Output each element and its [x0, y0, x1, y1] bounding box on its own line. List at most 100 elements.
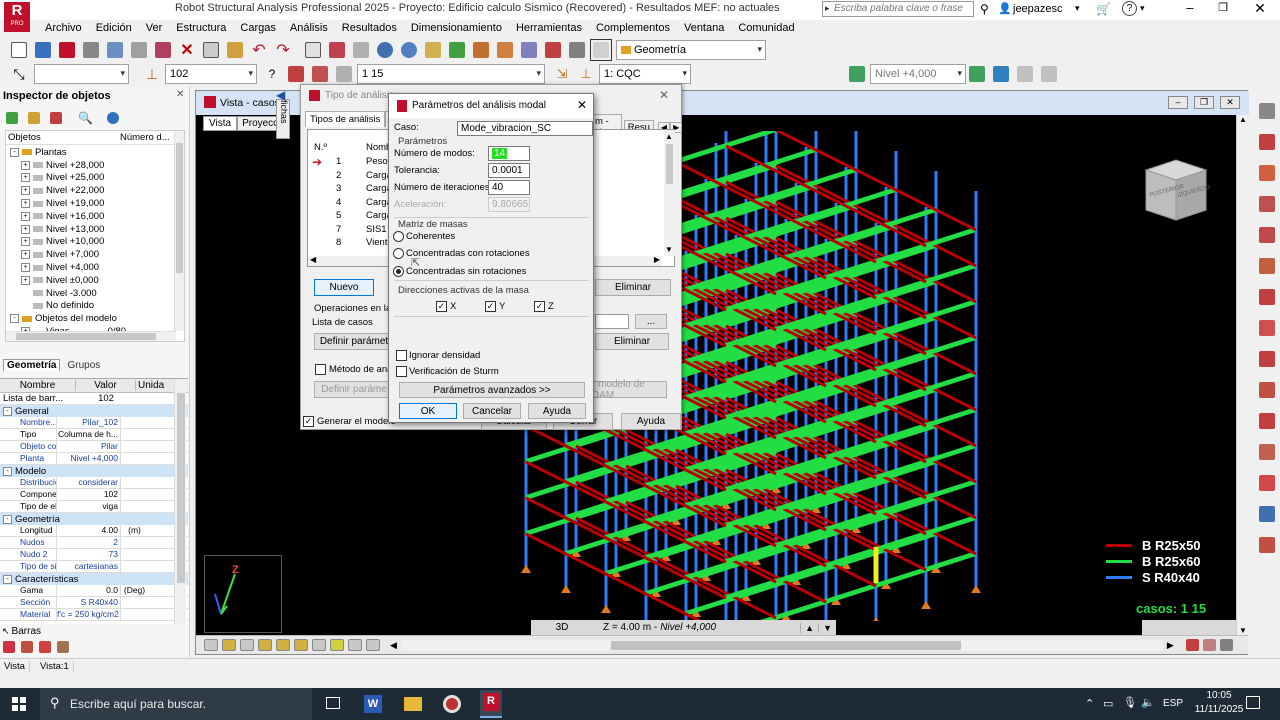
beam-red[interactable] [885, 404, 927, 428]
right-tool-icon[interactable] [1259, 289, 1275, 305]
view-tool-icon[interactable] [312, 639, 326, 651]
tree-item[interactable]: + Nivel +25,000 [6, 172, 184, 185]
view-hscroll-right-icon[interactable]: ▶ [1167, 640, 1174, 651]
beam-red[interactable] [815, 148, 857, 172]
tab-grupos[interactable]: Grupos [64, 360, 103, 371]
case-row-number[interactable]: 8 [336, 237, 341, 248]
beam-green[interactable] [846, 187, 896, 208]
right-tool-icon[interactable] [1259, 165, 1275, 181]
beam-red[interactable] [885, 296, 927, 320]
props-row[interactable]: Nudos 2 [0, 537, 188, 549]
app-logo[interactable]: R PRO [4, 2, 30, 32]
beam-green[interactable] [926, 515, 976, 536]
expand-icon[interactable]: + [21, 160, 30, 170]
beam-red[interactable] [525, 496, 567, 520]
beam-red[interactable] [885, 260, 927, 284]
props-row-value[interactable]: Pilar_102 [56, 417, 120, 428]
eliminar-2-button[interactable]: Eliminar [595, 333, 669, 350]
tray-chevron-icon[interactable]: ⌃ [1085, 697, 1094, 710]
view-tool-icon[interactable] [204, 639, 218, 651]
tray-time[interactable]: 10:05 [1200, 690, 1238, 701]
beam-red[interactable] [805, 184, 847, 208]
menu-ventana[interactable]: Ventana [677, 19, 731, 37]
beam-green[interactable] [926, 227, 976, 248]
tree-vscroll-thumb[interactable] [176, 143, 183, 273]
beam-green[interactable] [926, 371, 976, 392]
restore-button[interactable]: ❐ [1213, 1, 1233, 19]
tree-item[interactable]: Nivel -3.000 [6, 287, 184, 300]
cases-vscroll-thumb[interactable] [666, 144, 673, 184]
beam-red[interactable] [935, 208, 977, 232]
bar-copy-icon[interactable] [57, 641, 69, 653]
tree-vscroll[interactable] [174, 131, 184, 331]
right-tool-icon[interactable] [1259, 475, 1275, 491]
user-dropdown-icon[interactable]: ▾ [1075, 3, 1080, 14]
beam-red[interactable] [735, 596, 777, 620]
view-status-up-icon[interactable]: ▲ [800, 622, 818, 633]
dir-y-row[interactable]: ✓ Y [485, 301, 505, 312]
props-row[interactable]: Planta Nivel +4,000 [0, 453, 188, 465]
props-section-header[interactable]: - General [0, 405, 188, 417]
menu-estructura[interactable]: Estructura [169, 19, 233, 37]
word-icon[interactable]: W [364, 695, 382, 713]
expand-icon[interactable]: + [21, 211, 30, 221]
filter-icon[interactable] [28, 112, 40, 124]
view-hscroll-left-icon[interactable]: ◀ [390, 640, 397, 651]
zoom-all-icon[interactable] [398, 39, 420, 61]
ayuda-bg-button[interactable]: Ayuda [621, 413, 681, 430]
expand-icon[interactable]: + [21, 237, 30, 247]
radio-conc-norot[interactable] [393, 266, 404, 277]
level-icon[interactable] [846, 63, 868, 85]
dir-z-row[interactable]: ✓ Z [534, 301, 554, 312]
collapse-icon[interactable]: - [10, 314, 19, 324]
define-params-button[interactable]: Definir parámet [314, 333, 394, 350]
dir-y-checkbox[interactable]: ✓ [485, 301, 496, 312]
eliminar-button[interactable]: Eliminar [595, 279, 671, 296]
view-tool-icon[interactable] [294, 639, 308, 651]
beam-red[interactable] [885, 440, 927, 464]
collapse-icon[interactable]: - [3, 574, 12, 584]
ok-button[interactable]: OK [399, 403, 457, 419]
bar-list-icon[interactable] [3, 641, 15, 653]
support[interactable] [871, 617, 881, 621]
camera-icon[interactable] [152, 39, 174, 61]
dam-model-button[interactable]: r modelo de DAM [591, 379, 667, 401]
case-list-icon[interactable] [333, 63, 355, 85]
bar-table-icon[interactable] [39, 641, 51, 653]
view-left-arrow[interactable]: ◀ [276, 88, 285, 102]
radio-coherent-row[interactable]: Coherentes [393, 231, 455, 242]
beam-green[interactable] [766, 147, 816, 168]
case-row-number[interactable]: 4 [336, 197, 341, 208]
beam-red[interactable] [605, 572, 647, 596]
menu-complementos[interactable]: Complementos [589, 19, 677, 37]
beam-red[interactable] [885, 224, 927, 248]
modes-input[interactable]: 14 [488, 146, 530, 161]
beam-green[interactable] [886, 207, 936, 228]
vscroll-up-icon[interactable]: ▲ [1239, 115, 1247, 124]
case-row-number[interactable]: 2 [336, 170, 341, 181]
lock-icon[interactable] [350, 39, 372, 61]
help-dropdown-icon[interactable]: ▾ [1140, 3, 1145, 14]
print-preview-icon[interactable] [104, 39, 126, 61]
advanced-params-button[interactable]: Parámetros avanzados >> [399, 382, 585, 398]
tree-item[interactable]: + Nivel +22,000 [6, 184, 184, 197]
analysis-type-close-button[interactable]: ✕ [659, 88, 669, 102]
bar-select-icon[interactable]: ⊥ [141, 63, 163, 85]
beam-red[interactable] [885, 368, 927, 392]
beam-red[interactable] [935, 352, 977, 376]
view-tool-b-icon[interactable] [1202, 639, 1216, 651]
beam-red[interactable] [935, 496, 977, 520]
cart-icon[interactable]: 🛒 [1096, 2, 1111, 16]
bar-edit-icon[interactable] [21, 641, 33, 653]
cases-vscroll-up-icon[interactable]: ▲ [665, 132, 673, 141]
tray-mic-icon[interactable]: 🎙 [1123, 696, 1137, 709]
view-close-button[interactable]: ✕ [1220, 96, 1240, 109]
right-tool-icon[interactable] [1259, 506, 1275, 522]
right-tool-icon[interactable] [1259, 227, 1275, 243]
tab-tipos-analisis[interactable]: Tipos de análisis [305, 111, 386, 127]
tree-item[interactable]: - Plantas [6, 146, 184, 159]
props-vscroll-thumb[interactable] [177, 393, 185, 583]
robot-taskbar-icon[interactable]: R [480, 690, 502, 718]
right-tool-icon[interactable] [1259, 320, 1275, 336]
cases-hscroll-left-icon[interactable]: ◀ [310, 255, 316, 264]
